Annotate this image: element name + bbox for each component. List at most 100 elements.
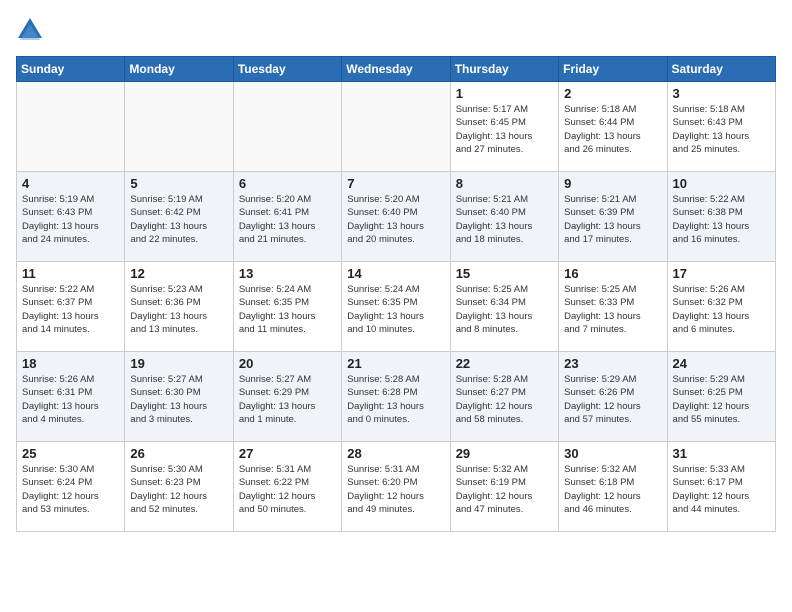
header-friday: Friday <box>559 57 667 82</box>
day-number: 8 <box>456 176 553 191</box>
calendar-cell: 30 Sunrise: 5:32 AM Sunset: 6:18 PM Dayli… <box>559 442 667 532</box>
day-number: 26 <box>130 446 227 461</box>
day-number: 31 <box>673 446 770 461</box>
calendar-cell: 9 Sunrise: 5:21 AM Sunset: 6:39 PM Daylig… <box>559 172 667 262</box>
day-number: 6 <box>239 176 336 191</box>
day-info: Sunrise: 5:18 AM Sunset: 6:44 PM Dayligh… <box>564 103 661 156</box>
day-number: 30 <box>564 446 661 461</box>
day-info: Sunrise: 5:19 AM Sunset: 6:42 PM Dayligh… <box>130 193 227 246</box>
day-info: Sunrise: 5:25 AM Sunset: 6:33 PM Dayligh… <box>564 283 661 336</box>
day-number: 19 <box>130 356 227 371</box>
calendar-cell <box>17 82 125 172</box>
page-header <box>16 16 776 44</box>
logo <box>16 16 48 44</box>
day-number: 18 <box>22 356 119 371</box>
calendar-cell: 20 Sunrise: 5:27 AM Sunset: 6:29 PM Dayli… <box>233 352 341 442</box>
day-info: Sunrise: 5:29 AM Sunset: 6:26 PM Dayligh… <box>564 373 661 426</box>
header-saturday: Saturday <box>667 57 775 82</box>
calendar-cell: 28 Sunrise: 5:31 AM Sunset: 6:20 PM Dayli… <box>342 442 450 532</box>
calendar-cell: 2 Sunrise: 5:18 AM Sunset: 6:44 PM Daylig… <box>559 82 667 172</box>
header-sunday: Sunday <box>17 57 125 82</box>
day-info: Sunrise: 5:24 AM Sunset: 6:35 PM Dayligh… <box>239 283 336 336</box>
day-info: Sunrise: 5:31 AM Sunset: 6:22 PM Dayligh… <box>239 463 336 516</box>
calendar-cell: 29Sunrise: 5:32 AM Sunset: 6:19 PM Dayli… <box>450 442 558 532</box>
day-number: 17 <box>673 266 770 281</box>
day-info: Sunrise: 5:18 AM Sunset: 6:43 PM Dayligh… <box>673 103 770 156</box>
calendar-cell: 12 Sunrise: 5:23 AM Sunset: 6:36 PM Dayli… <box>125 262 233 352</box>
calendar-cell: 6Sunrise: 5:20 AM Sunset: 6:41 PM Daylig… <box>233 172 341 262</box>
calendar-cell: 8 Sunrise: 5:21 AM Sunset: 6:40 PM Daylig… <box>450 172 558 262</box>
day-number: 22 <box>456 356 553 371</box>
calendar-cell: 24 Sunrise: 5:29 AM Sunset: 6:25 PM Dayli… <box>667 352 775 442</box>
day-info: Sunrise: 5:24 AM Sunset: 6:35 PM Dayligh… <box>347 283 444 336</box>
day-number: 12 <box>130 266 227 281</box>
calendar-cell: 14 Sunrise: 5:24 AM Sunset: 6:35 PM Dayli… <box>342 262 450 352</box>
day-info: Sunrise: 5:23 AM Sunset: 6:36 PM Dayligh… <box>130 283 227 336</box>
calendar-cell: 1 Sunrise: 5:17 AM Sunset: 6:45 PM Daylig… <box>450 82 558 172</box>
day-info: Sunrise: 5:17 AM Sunset: 6:45 PM Dayligh… <box>456 103 553 156</box>
calendar-cell: 7Sunrise: 5:20 AM Sunset: 6:40 PM Daylig… <box>342 172 450 262</box>
day-number: 16 <box>564 266 661 281</box>
calendar-table: SundayMondayTuesdayWednesdayThursdayFrid… <box>16 56 776 532</box>
header-wednesday: Wednesday <box>342 57 450 82</box>
calendar-cell: 15 Sunrise: 5:25 AM Sunset: 6:34 PM Dayli… <box>450 262 558 352</box>
day-info: Sunrise: 5:33 AM Sunset: 6:17 PM Dayligh… <box>673 463 770 516</box>
day-number: 27 <box>239 446 336 461</box>
calendar-cell: 31 Sunrise: 5:33 AM Sunset: 6:17 PM Dayli… <box>667 442 775 532</box>
day-info: Sunrise: 5:32 AM Sunset: 6:18 PM Dayligh… <box>564 463 661 516</box>
day-info: Sunrise: 5:26 AM Sunset: 6:32 PM Dayligh… <box>673 283 770 336</box>
day-number: 14 <box>347 266 444 281</box>
day-number: 7 <box>347 176 444 191</box>
day-number: 9 <box>564 176 661 191</box>
calendar-week-row: 4 Sunrise: 5:19 AM Sunset: 6:43 PM Daylig… <box>17 172 776 262</box>
day-info: Sunrise: 5:28 AM Sunset: 6:27 PM Dayligh… <box>456 373 553 426</box>
day-number: 28 <box>347 446 444 461</box>
calendar-cell <box>342 82 450 172</box>
calendar-week-row: 11 Sunrise: 5:22 AM Sunset: 6:37 PM Dayli… <box>17 262 776 352</box>
calendar-cell: 13 Sunrise: 5:24 AM Sunset: 6:35 PM Dayli… <box>233 262 341 352</box>
day-number: 11 <box>22 266 119 281</box>
calendar-cell: 26Sunrise: 5:30 AM Sunset: 6:23 PM Dayli… <box>125 442 233 532</box>
day-number: 13 <box>239 266 336 281</box>
day-number: 20 <box>239 356 336 371</box>
calendar-cell: 3 Sunrise: 5:18 AM Sunset: 6:43 PM Daylig… <box>667 82 775 172</box>
logo-icon <box>16 16 44 44</box>
day-info: Sunrise: 5:25 AM Sunset: 6:34 PM Dayligh… <box>456 283 553 336</box>
calendar-cell: 22 Sunrise: 5:28 AM Sunset: 6:27 PM Dayli… <box>450 352 558 442</box>
calendar-cell <box>233 82 341 172</box>
day-number: 1 <box>456 86 553 101</box>
calendar-week-row: 25Sunrise: 5:30 AM Sunset: 6:24 PM Dayli… <box>17 442 776 532</box>
calendar-cell: 27 Sunrise: 5:31 AM Sunset: 6:22 PM Dayli… <box>233 442 341 532</box>
day-number: 21 <box>347 356 444 371</box>
calendar-cell: 10Sunrise: 5:22 AM Sunset: 6:38 PM Dayli… <box>667 172 775 262</box>
calendar-header-row: SundayMondayTuesdayWednesdayThursdayFrid… <box>17 57 776 82</box>
header-monday: Monday <box>125 57 233 82</box>
header-thursday: Thursday <box>450 57 558 82</box>
day-info: Sunrise: 5:29 AM Sunset: 6:25 PM Dayligh… <box>673 373 770 426</box>
day-info: Sunrise: 5:22 AM Sunset: 6:37 PM Dayligh… <box>22 283 119 336</box>
calendar-cell: 23 Sunrise: 5:29 AM Sunset: 6:26 PM Dayli… <box>559 352 667 442</box>
day-info: Sunrise: 5:19 AM Sunset: 6:43 PM Dayligh… <box>22 193 119 246</box>
day-info: Sunrise: 5:31 AM Sunset: 6:20 PM Dayligh… <box>347 463 444 516</box>
day-info: Sunrise: 5:27 AM Sunset: 6:29 PM Dayligh… <box>239 373 336 426</box>
day-info: Sunrise: 5:21 AM Sunset: 6:39 PM Dayligh… <box>564 193 661 246</box>
calendar-cell: 11 Sunrise: 5:22 AM Sunset: 6:37 PM Dayli… <box>17 262 125 352</box>
day-number: 24 <box>673 356 770 371</box>
day-number: 15 <box>456 266 553 281</box>
day-number: 23 <box>564 356 661 371</box>
day-info: Sunrise: 5:26 AM Sunset: 6:31 PM Dayligh… <box>22 373 119 426</box>
calendar-cell: 25Sunrise: 5:30 AM Sunset: 6:24 PM Dayli… <box>17 442 125 532</box>
day-number: 25 <box>22 446 119 461</box>
calendar-week-row: 1 Sunrise: 5:17 AM Sunset: 6:45 PM Daylig… <box>17 82 776 172</box>
calendar-cell: 19Sunrise: 5:27 AM Sunset: 6:30 PM Dayli… <box>125 352 233 442</box>
day-number: 3 <box>673 86 770 101</box>
day-info: Sunrise: 5:32 AM Sunset: 6:19 PM Dayligh… <box>456 463 553 516</box>
day-number: 4 <box>22 176 119 191</box>
calendar-cell: 21Sunrise: 5:28 AM Sunset: 6:28 PM Dayli… <box>342 352 450 442</box>
calendar-week-row: 18 Sunrise: 5:26 AM Sunset: 6:31 PM Dayli… <box>17 352 776 442</box>
day-number: 2 <box>564 86 661 101</box>
calendar-cell: 4 Sunrise: 5:19 AM Sunset: 6:43 PM Daylig… <box>17 172 125 262</box>
day-number: 5 <box>130 176 227 191</box>
day-info: Sunrise: 5:21 AM Sunset: 6:40 PM Dayligh… <box>456 193 553 246</box>
calendar-cell: 5 Sunrise: 5:19 AM Sunset: 6:42 PM Daylig… <box>125 172 233 262</box>
